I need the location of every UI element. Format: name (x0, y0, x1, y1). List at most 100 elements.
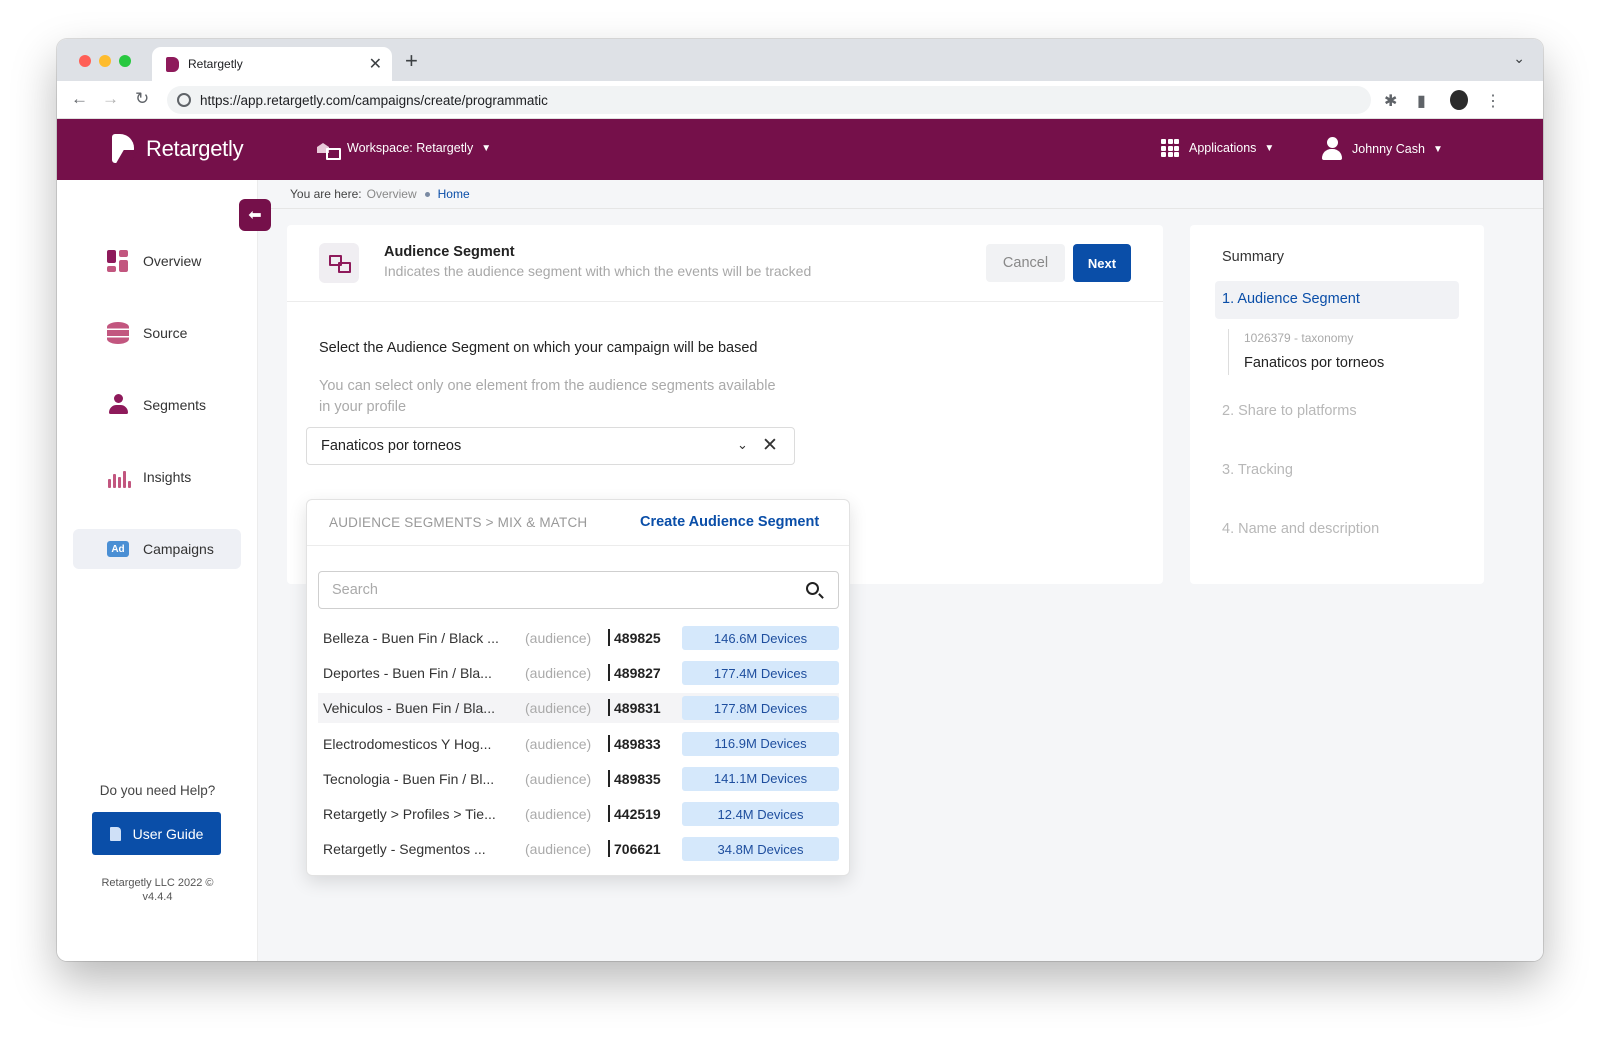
segment-type: (audience) (525, 806, 592, 822)
user-guide-label: User Guide (132, 825, 204, 842)
tab-title: Retargetly (188, 57, 243, 71)
user-guide-button[interactable]: User Guide (92, 812, 221, 855)
selected-segment: Fanaticos por torneos (321, 438, 462, 454)
clear-selection-icon[interactable]: ✕ (762, 434, 778, 457)
devices-badge: 146.6M Devices (682, 626, 839, 650)
segment-type: (audience) (525, 665, 592, 682)
segment-id: 489827 (614, 665, 661, 682)
segment-hint: You can select only one element from the… (319, 378, 776, 415)
devices-badge: 116.9M Devices (682, 731, 839, 756)
divider (608, 805, 610, 822)
tab-close-icon[interactable]: ✕ (369, 54, 382, 74)
reload-icon[interactable]: ↻ (135, 89, 149, 109)
segment-type: (audience) (525, 770, 592, 787)
segment-link-icon (319, 243, 359, 283)
sidepanel-icon[interactable]: ▮ (1417, 91, 1426, 111)
extensions-icon[interactable]: ✱ (1384, 91, 1397, 111)
forward-arrow-icon[interactable]: → (102, 89, 119, 109)
profile-avatar[interactable] (1450, 90, 1468, 110)
segment-name: Vehiculos - Buen Fin / Bla... (323, 700, 495, 717)
step-tracking[interactable]: 3. Tracking (1222, 462, 1293, 478)
next-button[interactable]: Next (1073, 244, 1131, 282)
sidebar-item-label: Overview (143, 253, 202, 269)
document-icon (109, 826, 121, 841)
chevron-down-icon: ▼ (1264, 142, 1275, 154)
sidebar-item-campaigns[interactable]: Ad Campaigns (73, 529, 241, 569)
workspace-selector[interactable]: Workspace: Retargetly ▼ (317, 139, 492, 160)
site-info-icon[interactable] (177, 93, 191, 107)
list-item[interactable]: Retargetly - Segmentos ... (audience) 7066… (318, 834, 839, 864)
new-tab-button[interactable]: + (405, 48, 418, 74)
overview-icon (107, 250, 129, 272)
user-menu[interactable]: Johnny Cash ▼ (1322, 137, 1443, 161)
step-audience-segment[interactable]: 1. Audience Segment (1215, 281, 1459, 319)
segment-id: 489835 (614, 770, 661, 787)
address-bar[interactable]: https://app.retargetly.com/campaigns/cre… (167, 86, 1371, 114)
list-item[interactable]: Retargetly > Profiles > Tie... (audience)… (318, 799, 839, 829)
list-item[interactable]: Vehiculos - Buen Fin / Bla... (audience) 4… (318, 693, 839, 724)
chart-icon (107, 466, 131, 488)
step-name-and-description[interactable]: 4. Name and description (1222, 521, 1379, 537)
url-text: https://app.retargetly.com/campaigns/cre… (200, 93, 548, 108)
list-item[interactable]: Electrodomesticos Y Hog... (audience) 4898… (318, 729, 839, 759)
devices-badge: 34.8M Devices (682, 837, 839, 862)
search-icon[interactable] (806, 582, 819, 595)
segment-type: (audience) (525, 630, 592, 646)
segment-id: 706621 (614, 841, 661, 858)
divider (608, 840, 610, 858)
user-name: Johnny Cash (1352, 142, 1425, 156)
segment-name: Belleza - Buen Fin / Black ... (323, 630, 499, 646)
cancel-button[interactable]: Cancel (986, 244, 1065, 282)
chevron-down-icon: ▼ (481, 142, 492, 154)
chevron-down-icon[interactable]: ⌄ (737, 437, 748, 453)
list-item[interactable]: Belleza - Buen Fin / Black ... (audience)… (318, 623, 839, 653)
breadcrumb-prefix: You are here: (290, 187, 362, 201)
sidebar-item-insights[interactable]: Insights (73, 457, 241, 497)
divider (608, 699, 610, 717)
user-avatar-icon (1322, 137, 1342, 161)
copyright-text: Retargetly LLC 2022 © (101, 877, 214, 889)
segment-dropdown: AUDIENCE SEGMENTS > MIX & MATCH Create A… (306, 499, 850, 876)
minimize-window-button[interactable] (99, 55, 111, 67)
breadcrumb: You are here: Overview Home (290, 187, 470, 201)
devices-badge: 141.1M Devices (682, 766, 839, 791)
maximize-window-button[interactable] (119, 55, 131, 67)
summary-panel: Summary 1. Audience Segment 1026379 - ta… (1190, 225, 1484, 584)
sidebar-item-label: Source (143, 325, 188, 341)
apps-grid-icon (1161, 139, 1179, 157)
sidebar-item-overview[interactable]: Overview (73, 241, 241, 281)
dropdown-breadcrumb[interactable]: AUDIENCE SEGMENTS > MIX & MATCH (329, 515, 587, 530)
breadcrumb-overview[interactable]: Overview (367, 187, 417, 201)
list-item[interactable]: Tecnologia - Buen Fin / Bl... (audience) 4… (318, 764, 839, 794)
collapse-sidebar-button[interactable]: ⬅ (239, 199, 271, 231)
applications-menu[interactable]: Applications ▼ (1161, 139, 1274, 157)
workspace-label: Workspace: Retargetly (347, 141, 474, 155)
app-header: Retargetly Workspace: Retargetly ▼ Appli… (57, 119, 1543, 180)
summary-title: Summary (1222, 249, 1285, 265)
help-text: Do you need Help? (99, 783, 216, 798)
step-share-to-platforms[interactable]: 2. Share to platforms (1222, 403, 1357, 419)
create-audience-segment-link[interactable]: Create Audience Segment (640, 514, 819, 530)
close-window-button[interactable] (79, 55, 91, 67)
segment-name: Retargetly - Segmentos ... (323, 841, 486, 858)
logo-mark-icon (112, 134, 134, 163)
segment-name: Tecnologia - Buen Fin / Bl... (323, 770, 495, 787)
segment-name: Deportes - Buen Fin / Bla... (323, 665, 492, 682)
sidebar-item-source[interactable]: Source (73, 313, 241, 353)
divider (258, 208, 1543, 209)
audience-segment-select[interactable]: Fanaticos por torneos ⌄ ✕ (306, 427, 795, 465)
sidebar-item-segments[interactable]: Segments (73, 385, 241, 425)
segment-name: Electrodomesticos Y Hog... (323, 735, 492, 752)
list-item[interactable]: Deportes - Buen Fin / Bla... (audience) 48… (318, 658, 839, 688)
selected-segment-name: Fanaticos por torneos (1244, 355, 1385, 371)
divider (608, 664, 610, 682)
back-arrow-icon[interactable]: ← (71, 89, 88, 109)
logo-text: Retargetly (146, 136, 244, 161)
browser-tab[interactable]: Retargetly ✕ (152, 47, 392, 81)
breadcrumb-home[interactable]: Home (438, 187, 470, 201)
search-input[interactable] (319, 572, 789, 608)
divider (307, 545, 849, 546)
sidebar: ⬅ Overview Source Segments Insights Ad C… (57, 180, 271, 961)
tab-search-chevron-icon[interactable]: ⌄ (1513, 50, 1525, 67)
more-menu-icon[interactable]: ⋮ (1485, 91, 1501, 111)
